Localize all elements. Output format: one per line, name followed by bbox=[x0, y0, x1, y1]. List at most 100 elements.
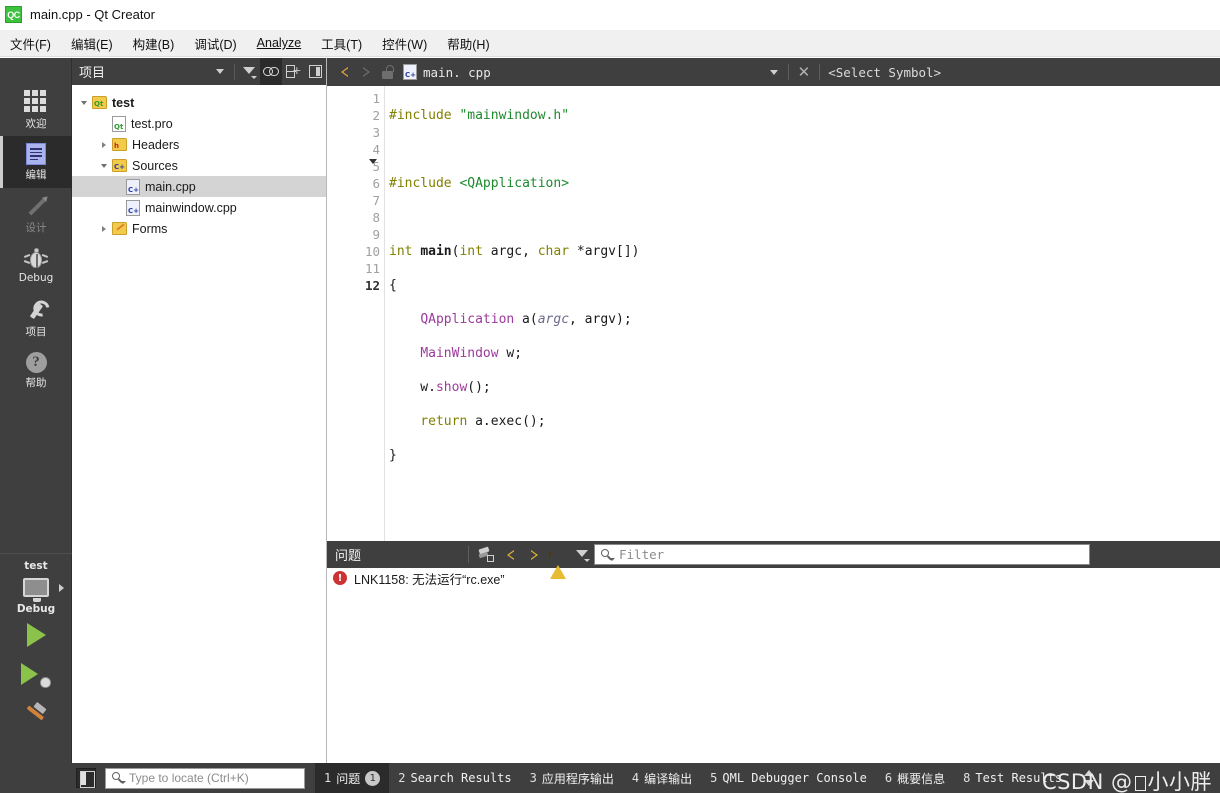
tree-item-main-cpp[interactable]: C+ main.cpp bbox=[72, 176, 326, 197]
output-tab-label: QML Debugger Console bbox=[722, 771, 867, 785]
tree-item-label: Sources bbox=[132, 158, 178, 173]
file-cpp-icon: C+ bbox=[403, 64, 417, 80]
sync-with-editor-button[interactable] bbox=[260, 58, 282, 85]
split-add-button[interactable]: + bbox=[282, 58, 304, 85]
chevron-right-icon[interactable] bbox=[96, 226, 112, 232]
tree-item-forms[interactable]: Forms bbox=[72, 218, 326, 239]
next-issue-button[interactable] bbox=[522, 541, 546, 568]
run-button[interactable] bbox=[0, 615, 72, 655]
fold-marker-icon[interactable] bbox=[369, 159, 377, 164]
question-circle-icon: ? bbox=[25, 351, 47, 373]
mode-button-help[interactable]: ? 帮助 bbox=[0, 344, 72, 396]
menu-help[interactable]: 帮助(H) bbox=[437, 30, 499, 57]
window-title: main.cpp - Qt Creator bbox=[30, 7, 155, 22]
close-pane-icon bbox=[308, 65, 322, 78]
line-number-gutter: 1 2 3 4 5 6 7 8 9 10 11 12 bbox=[327, 86, 385, 541]
menu-debug[interactable]: 调试(D) bbox=[184, 30, 246, 57]
mode-button-debug[interactable]: Debug bbox=[0, 240, 72, 292]
line-number: 2 bbox=[372, 108, 380, 123]
line-number: 6 bbox=[372, 176, 380, 191]
output-tab-search-results[interactable]: 2 Search Results bbox=[389, 763, 520, 793]
issues-filter-input[interactable]: Filter bbox=[594, 544, 1090, 565]
mode-label-edit: 编辑 bbox=[25, 169, 47, 181]
mode-label-help: 帮助 bbox=[25, 376, 47, 389]
tree-item-test[interactable]: Qt test bbox=[72, 92, 326, 113]
play-bug-icon bbox=[21, 662, 51, 688]
navigate-forward-button[interactable] bbox=[355, 58, 377, 86]
clear-button[interactable] bbox=[474, 541, 498, 568]
folder-qt-icon: Qt bbox=[92, 96, 107, 109]
menu-tools[interactable]: 工具(T) bbox=[311, 30, 372, 57]
menu-widgets[interactable]: 控件(W) bbox=[372, 30, 437, 57]
menu-file[interactable]: 文件(F) bbox=[0, 30, 61, 57]
chevron-right-icon[interactable] bbox=[96, 142, 112, 148]
filter-warnings-button[interactable] bbox=[546, 541, 570, 579]
menu-build[interactable]: 构建(B) bbox=[123, 30, 185, 57]
csdn-watermark: CSDN @ 小小胖 bbox=[1042, 766, 1212, 793]
filter-button[interactable] bbox=[238, 58, 260, 85]
kit-and-run-bar: test Debug bbox=[0, 553, 72, 763]
grid-icon bbox=[24, 89, 48, 114]
wrench-icon bbox=[24, 298, 48, 322]
mode-button-edit[interactable]: 编辑 bbox=[0, 136, 72, 188]
navigate-back-button[interactable] bbox=[333, 58, 355, 86]
filter-button[interactable] bbox=[570, 541, 594, 568]
output-tab-label: Search Results bbox=[410, 771, 512, 785]
issue-row[interactable]: ! LNK1158: 无法运行“rc.exe” bbox=[327, 568, 1220, 588]
mode-button-projects[interactable]: 项目 bbox=[0, 292, 72, 344]
mode-button-welcome[interactable]: 欢迎 bbox=[0, 84, 72, 136]
chevron-right-icon bbox=[59, 584, 64, 592]
menu-edit[interactable]: 编辑(E) bbox=[61, 30, 123, 57]
output-tab-compile-output[interactable]: 4 编译输出 bbox=[623, 763, 701, 793]
close-sidebar-button[interactable] bbox=[304, 58, 326, 85]
editor-toolbar: C+ main. cpp ✕ <Select Symbol> bbox=[327, 58, 1220, 86]
mode-button-design[interactable]: 设计 bbox=[0, 188, 72, 240]
project-panel-title: 项目 bbox=[79, 66, 106, 81]
lock-toggle-button[interactable] bbox=[377, 58, 399, 86]
tree-item-mainwindow-cpp[interactable]: C+ mainwindow.cpp bbox=[72, 197, 326, 218]
chevron-down-icon[interactable] bbox=[769, 69, 778, 75]
open-document-name[interactable]: main. cpp bbox=[423, 65, 491, 80]
view-selector-dropdown[interactable] bbox=[209, 58, 231, 85]
output-tab-general-messages[interactable]: 6 概要信息 bbox=[876, 763, 954, 793]
kit-selector[interactable] bbox=[0, 572, 72, 602]
menu-analyze[interactable]: Analyze bbox=[247, 32, 311, 54]
tree-item-sources[interactable]: C+ Sources bbox=[72, 155, 326, 176]
chevron-right-icon bbox=[528, 549, 538, 560]
previous-issue-button[interactable] bbox=[498, 541, 522, 568]
locator-placeholder: Type to locate (Ctrl+K) bbox=[129, 771, 249, 785]
line-number: 8 bbox=[372, 210, 380, 225]
tree-item-test-pro[interactable]: Qt test.pro bbox=[72, 113, 326, 134]
funnel-icon bbox=[242, 65, 257, 79]
chevron-down-icon[interactable] bbox=[96, 164, 112, 168]
qt-creator-window: QC main.cpp - Qt Creator 文件(F) 编辑(E) 构建(… bbox=[0, 0, 1220, 793]
code-line: #include "mainwindow.h" bbox=[389, 108, 570, 123]
folder-forms-icon bbox=[112, 222, 127, 235]
code-text[interactable]: #include "mainwindow.h" #include <QAppli… bbox=[385, 86, 1220, 541]
divider bbox=[384, 86, 385, 541]
issues-pane: 问题 Filter bbox=[327, 541, 1220, 763]
tree-item-headers[interactable]: h Headers bbox=[72, 134, 326, 155]
qt-creator-icon: QC bbox=[5, 6, 22, 23]
output-tab-label: 应用程序输出 bbox=[541, 771, 614, 786]
output-tab-qml-debugger-console[interactable]: 5 QML Debugger Console bbox=[701, 763, 876, 793]
locator-input[interactable]: Type to locate (Ctrl+K) bbox=[105, 767, 305, 789]
build-button[interactable] bbox=[0, 695, 72, 735]
issue-message: LNK1158: 无法运行“rc.exe” bbox=[354, 572, 505, 587]
output-tab-number: 4 bbox=[631, 771, 640, 785]
symbol-selector[interactable]: <Select Symbol> bbox=[824, 65, 941, 80]
output-tab-label: 概要信息 bbox=[897, 771, 946, 786]
code-view[interactable]: 1 2 3 4 5 6 7 8 9 10 11 12 #include "mai… bbox=[327, 86, 1220, 541]
line-number: 1 bbox=[372, 91, 380, 106]
sidebar-toggle-icon[interactable] bbox=[76, 768, 96, 788]
close-document-button[interactable]: ✕ bbox=[793, 63, 816, 81]
output-tab-issues[interactable]: 1 问题 1 bbox=[315, 763, 390, 793]
debug-button[interactable] bbox=[0, 655, 72, 695]
mode-label-welcome: 欢迎 bbox=[25, 117, 47, 130]
output-tab-application-output[interactable]: 3 应用程序输出 bbox=[521, 763, 623, 793]
issues-pane-header: 问题 Filter bbox=[327, 541, 1220, 579]
chevron-down-icon[interactable] bbox=[76, 101, 92, 105]
app-icon-text: QC bbox=[7, 9, 20, 20]
watermark-prefix: CSDN @ bbox=[1041, 770, 1133, 793]
